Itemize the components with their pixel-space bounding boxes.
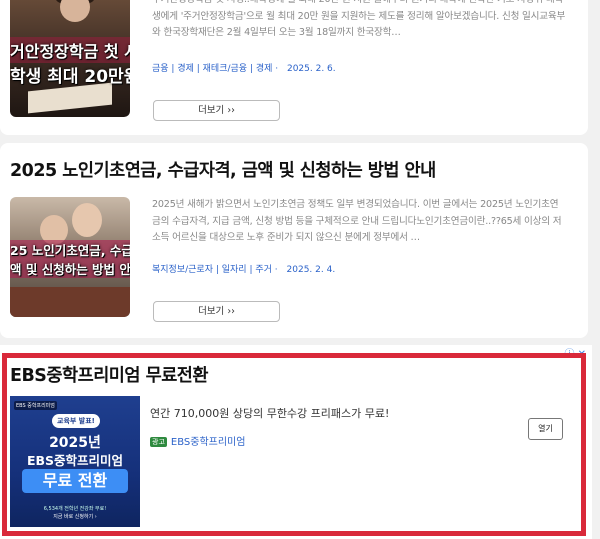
post-2-thumbnail-caption-1: 25 노인기초연금, 수급: [10, 240, 130, 259]
post-1-thumbnail-caption-2: 학생 최대 20만원 지: [10, 67, 130, 87]
ad-frame[interactable]: EBS중학프리미엄 무료전환 EBS 중학프리미엄 교육부 발표! 2025년 …: [2, 353, 586, 536]
meta-separator: ·: [274, 265, 281, 275]
ad-brand[interactable]: 광고 EBS중학프리미엄: [150, 433, 245, 448]
ad-image-banner: 무료 전환: [22, 469, 128, 493]
thumbnail-person-head: [60, 0, 90, 22]
ad-description[interactable]: 연간 710,000원 상당의 무한수강 프리패스가 무료!: [150, 405, 389, 421]
thumbnail-person-2: [72, 203, 102, 237]
ad-brand-name[interactable]: EBS중학프리미엄: [171, 437, 246, 448]
post-1-thumbnail[interactable]: 거안정장학금 첫 시 학생 최대 20만원 지: [10, 0, 130, 117]
ad-open-button[interactable]: 열기: [528, 418, 563, 440]
ad-title[interactable]: EBS중학프리미엄 무료전환: [10, 362, 209, 387]
ad-container: ⓘ ✕ EBS중학프리미엄 무료전환 EBS 중학프리미엄 교육부 발표! 20…: [0, 345, 592, 539]
post-2-more-button[interactable]: 더보기 ››: [153, 301, 280, 322]
ad-image-pill: 교육부 발표!: [52, 414, 100, 428]
post-1-more-button[interactable]: 더보기 ››: [153, 100, 280, 121]
post-2-meta: 복지정보/근로자 | 일자리 | 주거 · 2025. 2. 4.: [152, 262, 335, 275]
post-1-thumbnail-caption-1: 거안정장학금 첫 시: [10, 37, 130, 63]
ad-image-name: EBS중학프리미엄: [26, 453, 124, 468]
ad-image[interactable]: EBS 중학프리미엄 교육부 발표! 2025년 EBS중학프리미엄 무료 전환…: [10, 396, 140, 527]
post-card-2: 2025 노인기초연금, 수급자격, 금액 및 신청하는 방법 안내 25 노인…: [0, 143, 588, 338]
meta-separator: ·: [275, 64, 281, 74]
post-2-categories[interactable]: 복지정보/근로자 | 일자리 | 주거: [152, 265, 272, 275]
ad-image-sub2: 지금 바로 신청하기 ›: [53, 514, 97, 520]
post-2-title[interactable]: 2025 노인기초연금, 수급자격, 금액 및 신청하는 방법 안내: [10, 157, 436, 182]
post-2-thumbnail[interactable]: 25 노인기초연금, 수급 액 및 신청하는 방법 안: [10, 197, 130, 317]
ad-image-sub1: 6,534개 전학년 전강좌 무료!: [43, 506, 107, 512]
post-2-excerpt[interactable]: 2025년 새해가 밝으면서 노인기초연금 정책도 일부 변경되었습니다. 이번…: [152, 197, 566, 247]
ad-image-logo: EBS 중학프리미엄: [14, 401, 57, 410]
post-2-thumbnail-caption-2: 액 및 신청하는 방법 안: [10, 259, 130, 278]
ad-tag-badge: 광고: [150, 437, 167, 447]
post-2-date: 2025. 2. 4.: [286, 265, 336, 275]
post-1-date: 2025. 2. 6.: [286, 64, 336, 74]
thumbnail-sofa: [10, 287, 130, 317]
ad-image-year: 2025년: [49, 435, 101, 451]
thumbnail-book: [28, 82, 112, 114]
post-1-meta: 금융 | 경제 | 재테크/금융 | 경제 · 2025. 2. 6.: [152, 61, 336, 74]
post-card-1: 거안정장학금 첫 시 학생 최대 20만원 지 주거안정장학금 첫 시행..대학…: [0, 0, 588, 135]
post-1-categories[interactable]: 금융 | 경제 | 재테크/금융 | 경제: [152, 64, 272, 74]
post-1-excerpt[interactable]: 주거안정장학금 첫 시행..대학생에 월 최대 20만 원 지원 올해부터 원거…: [152, 0, 566, 42]
